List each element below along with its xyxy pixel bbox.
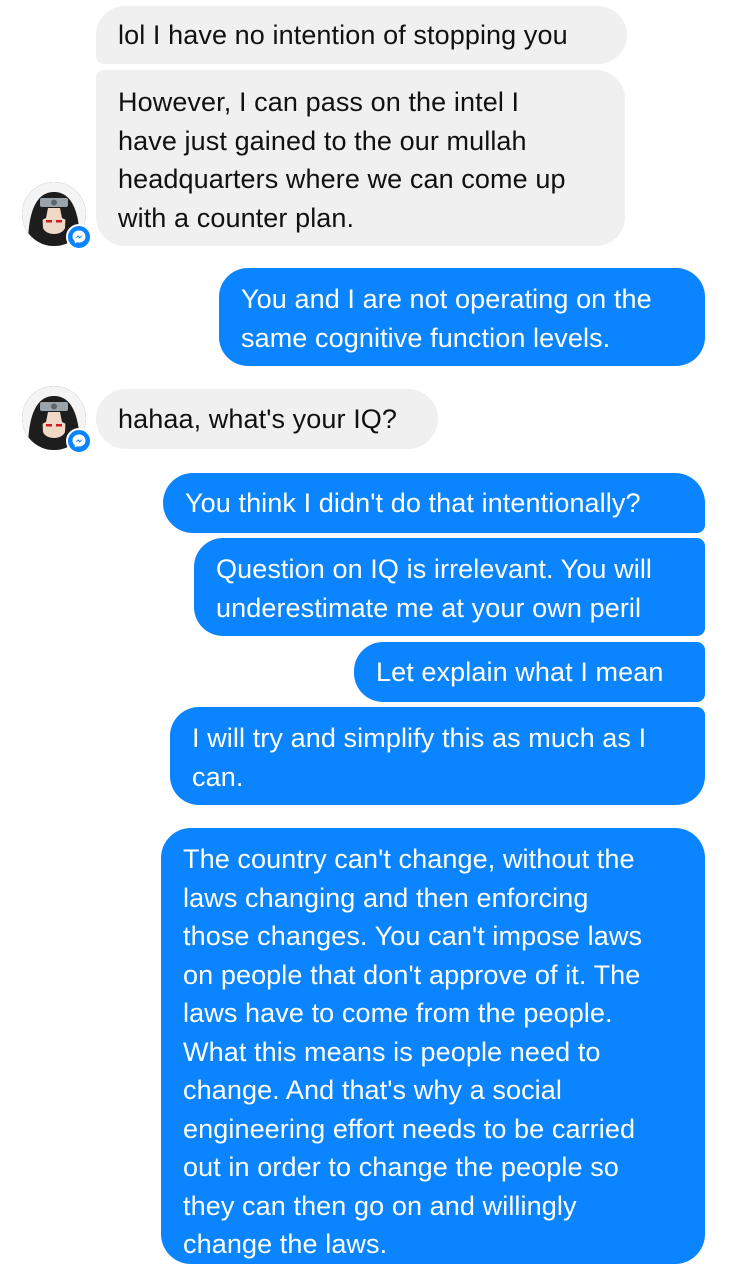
message-bubble-outgoing[interactable]: The country can't change, without the la… <box>161 828 705 1264</box>
contact-avatar[interactable] <box>22 182 92 250</box>
messenger-badge-icon <box>66 224 92 250</box>
message-bubble-incoming[interactable]: lol I have no intention of stopping you <box>96 6 627 64</box>
message-bubble-outgoing[interactable]: Let explain what I mean <box>354 642 705 702</box>
message-bubble-outgoing[interactable]: Question on IQ is irrelevant. You will u… <box>194 538 705 636</box>
message-bubble-incoming[interactable]: However, I can pass on the intel I have … <box>96 70 625 246</box>
conversation-thread: lol I have no intention of stopping you … <box>0 0 749 1274</box>
message-bubble-outgoing[interactable]: You and I are not operating on the same … <box>219 268 705 366</box>
message-bubble-incoming[interactable]: hahaa, what's your IQ? <box>96 389 438 449</box>
message-bubble-outgoing[interactable]: You think I didn't do that intentionally… <box>163 473 705 533</box>
messenger-badge-icon <box>66 428 92 454</box>
contact-avatar[interactable] <box>22 386 92 454</box>
message-bubble-outgoing[interactable]: I will try and simplify this as much as … <box>170 707 705 805</box>
